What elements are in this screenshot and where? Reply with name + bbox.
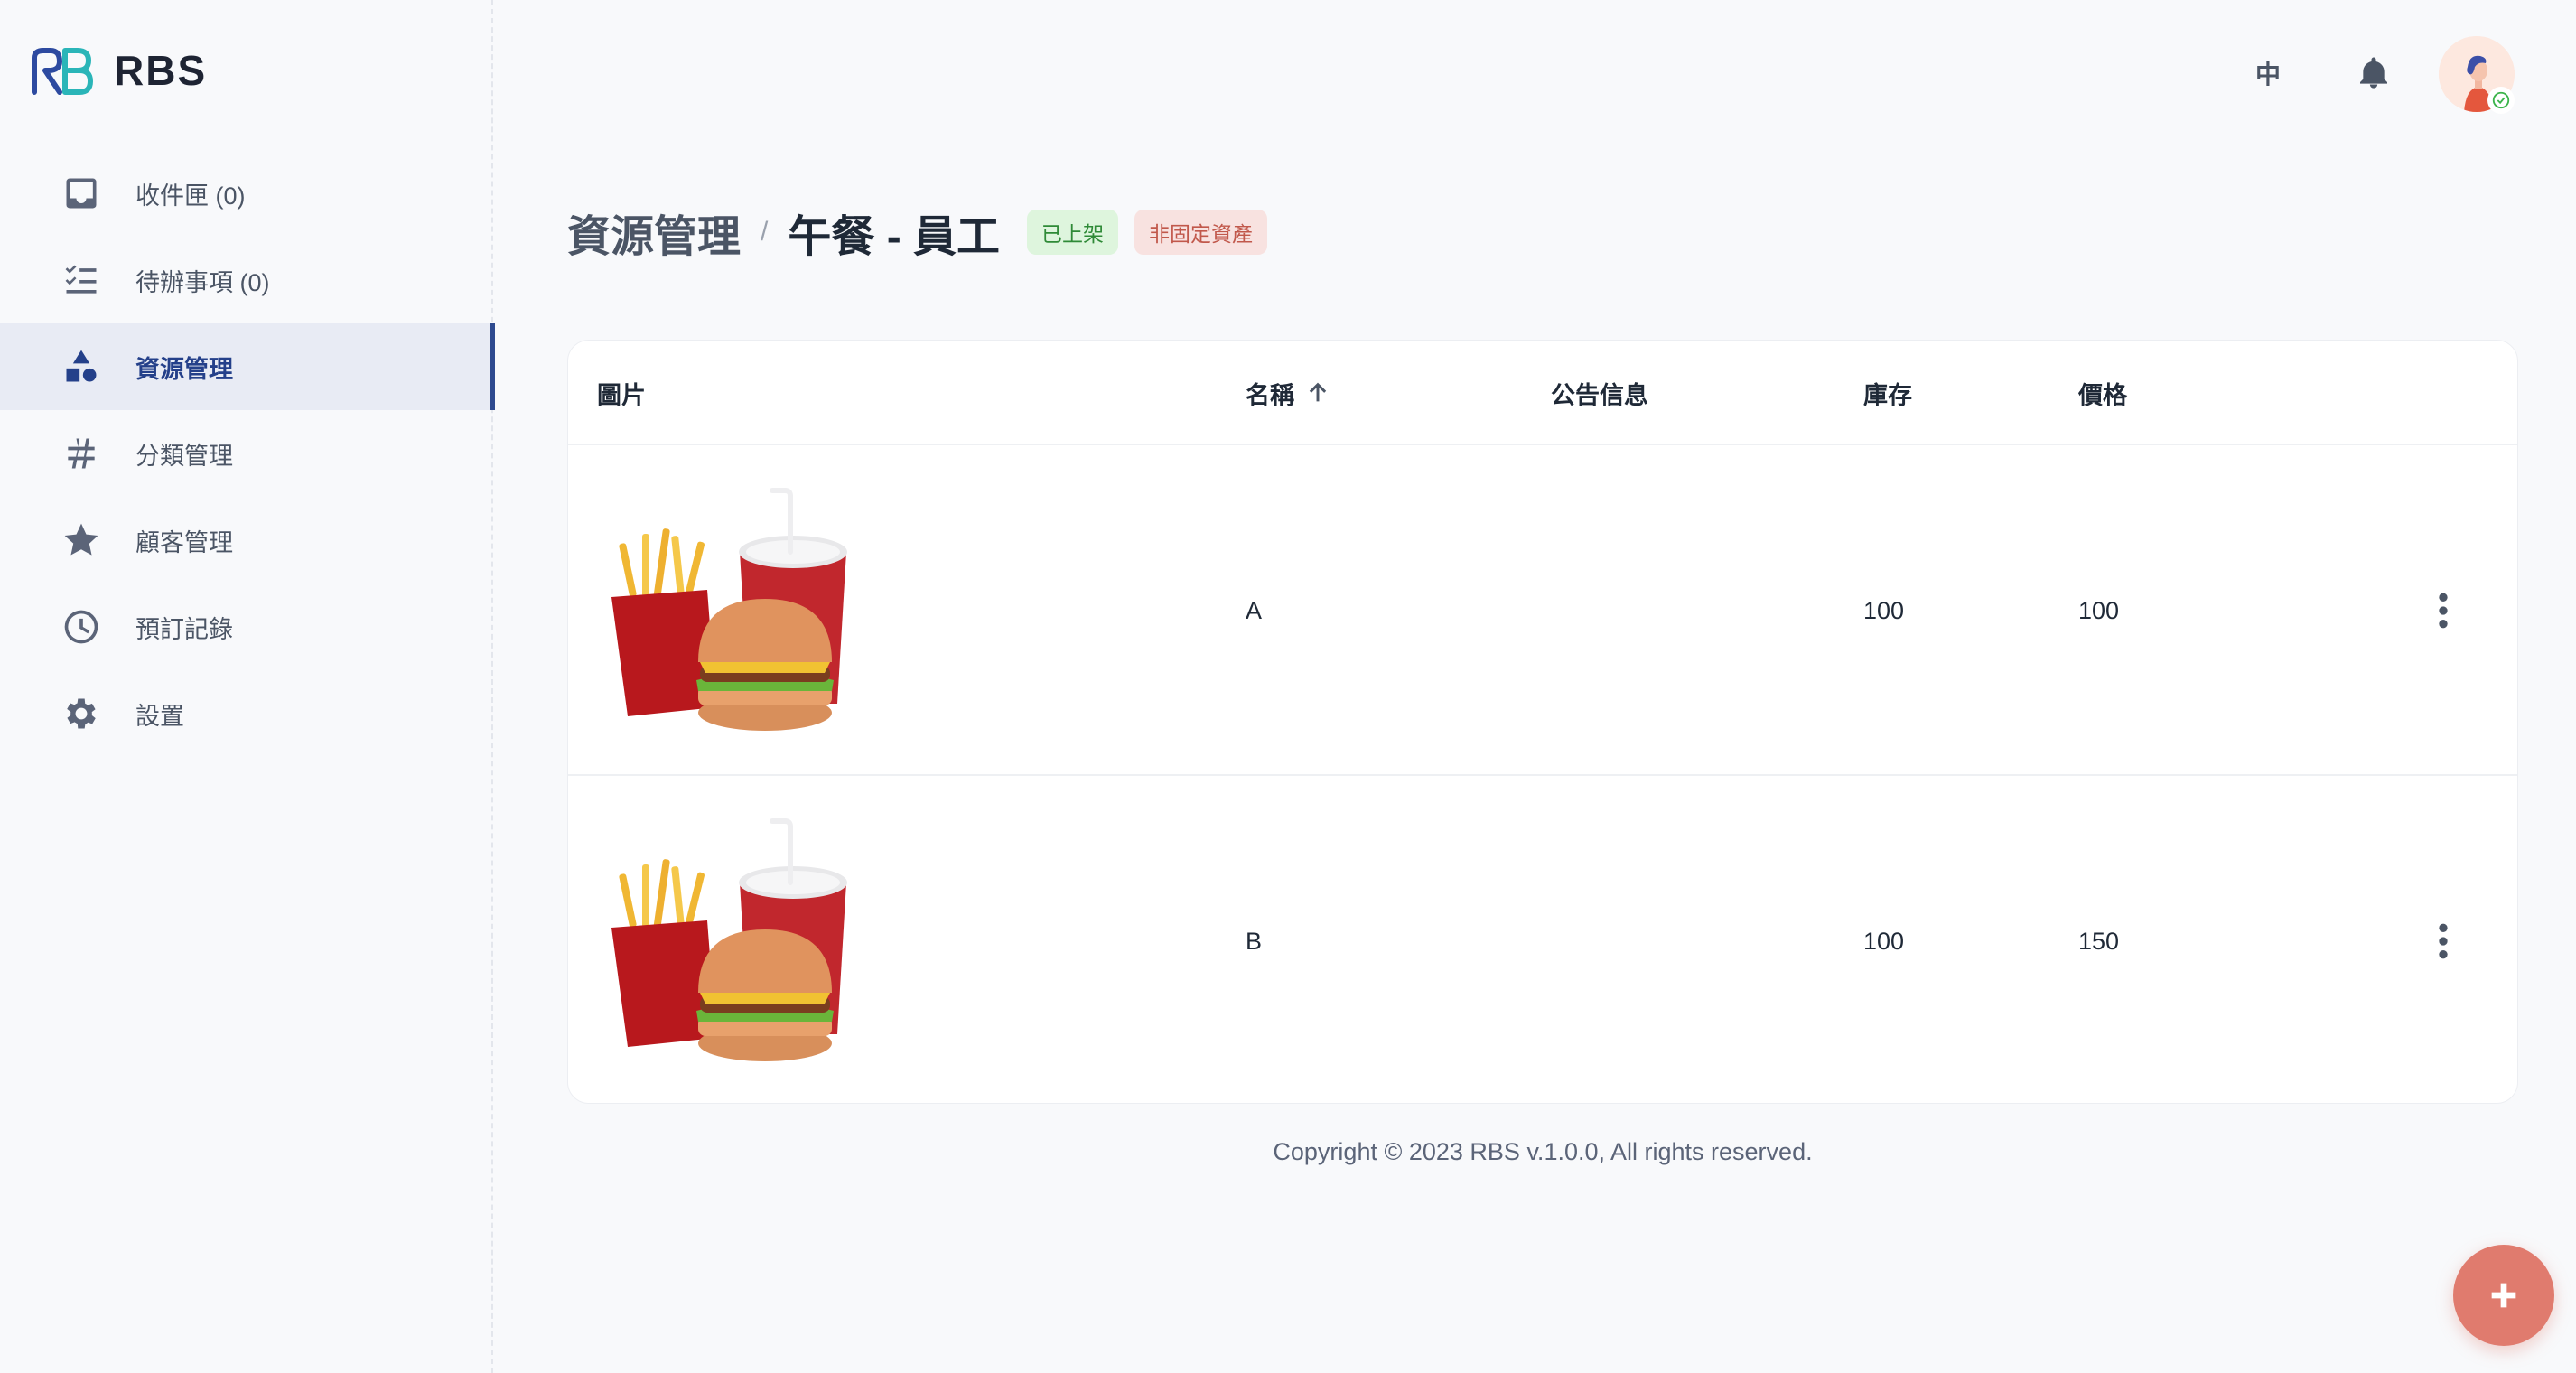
language-switch[interactable]: 中 [2247, 52, 2289, 94]
row-stock: 100 [1863, 596, 1905, 624]
app-logo[interactable]: RBS [29, 43, 207, 98]
breadcrumb-separator: / [761, 217, 769, 247]
sidebar-item-inbox[interactable]: 收件匣 (0) [0, 150, 493, 237]
row-name: A [1246, 596, 1263, 624]
more-vertical-icon [2439, 923, 2448, 959]
shapes-icon [60, 345, 103, 388]
column-stock: 庫存 [1863, 381, 1912, 409]
sidebar-item-label: 設置 [135, 702, 184, 730]
row-stock: 100 [1863, 927, 1905, 955]
sidebar-item-label: 分類管理 [135, 442, 233, 470]
sidebar-item-customers[interactable]: 顧客管理 [0, 497, 493, 584]
gear-icon [60, 692, 103, 735]
column-image: 圖片 [597, 381, 646, 409]
online-status-icon [2487, 87, 2515, 114]
bell-icon [2360, 57, 2387, 89]
star-icon [60, 518, 103, 562]
status-badge-asset-type: 非固定資產 [1134, 210, 1268, 255]
sidebar-item-bookings[interactable]: 預訂記錄 [0, 584, 493, 670]
row-actions-button[interactable] [2418, 581, 2469, 640]
more-vertical-icon [2439, 593, 2448, 629]
table-row[interactable]: A 100 100 [568, 445, 2517, 776]
table-header: 圖片 名稱 公告信息 庫存 價格 [568, 341, 2517, 445]
breadcrumb-root[interactable]: 資源管理 [567, 201, 741, 264]
column-notice: 公告信息 [1551, 381, 1648, 409]
checklist-icon [60, 258, 103, 302]
resource-table: 圖片 名稱 公告信息 庫存 價格 A 100 100 B 100 150 [567, 340, 2518, 1104]
table-row[interactable]: B 100 150 [568, 776, 2517, 1103]
image-cell [595, 776, 875, 1103]
sidebar-item-label: 收件匣 (0) [135, 182, 246, 210]
plus-icon [2491, 1283, 2516, 1308]
column-name[interactable]: 名稱 [1246, 341, 1330, 445]
sidebar-item-label: 預訂記錄 [135, 615, 233, 643]
copyright-footer: Copyright © 2023 RBS v.1.0.0, All rights… [1273, 1138, 1813, 1165]
sort-ascending-icon [1309, 382, 1327, 402]
sidebar-item-categories[interactable]: 分類管理 [0, 410, 493, 497]
sidebar-nav: 收件匣 (0) 待辦事項 (0) 資源管理 分類管理 顧客管理 預訂記錄 設置 [0, 150, 495, 757]
sidebar-item-todo[interactable]: 待辦事項 (0) [0, 237, 493, 323]
notifications-button[interactable] [2352, 51, 2395, 96]
lunch-combo-image [611, 488, 847, 731]
column-name-label: 名稱 [1246, 381, 1294, 409]
inbox-icon [60, 172, 103, 215]
sidebar-item-label: 待辦事項 (0) [135, 268, 270, 296]
add-resource-button[interactable] [2453, 1245, 2554, 1346]
breadcrumb: 資源管理 / 午餐 - 員工 已上架 非固定資產 [567, 201, 1268, 264]
image-cell [595, 445, 875, 776]
status-badge-published: 已上架 [1027, 210, 1119, 255]
row-price: 150 [2078, 927, 2120, 955]
app-name: RBS [114, 47, 208, 94]
sidebar-item-resources[interactable]: 資源管理 [0, 323, 495, 410]
sidebar: RBS 收件匣 (0) 待辦事項 (0) 資源管理 分類管理 顧客管理 預訂記錄… [0, 0, 495, 1373]
rbs-logo-icon [32, 48, 93, 95]
lunch-combo-image [611, 818, 847, 1061]
sidebar-item-label: 顧客管理 [135, 528, 233, 556]
page-title: 午餐 - 員工 [788, 213, 1001, 261]
hash-icon [60, 432, 103, 475]
row-name: B [1246, 927, 1263, 955]
column-price: 價格 [2078, 381, 2127, 409]
sidebar-item-settings[interactable]: 設置 [0, 670, 493, 757]
sidebar-item-label: 資源管理 [135, 355, 233, 383]
row-price: 100 [2078, 596, 2120, 624]
row-actions-button[interactable] [2418, 911, 2469, 971]
clock-icon [60, 605, 103, 649]
